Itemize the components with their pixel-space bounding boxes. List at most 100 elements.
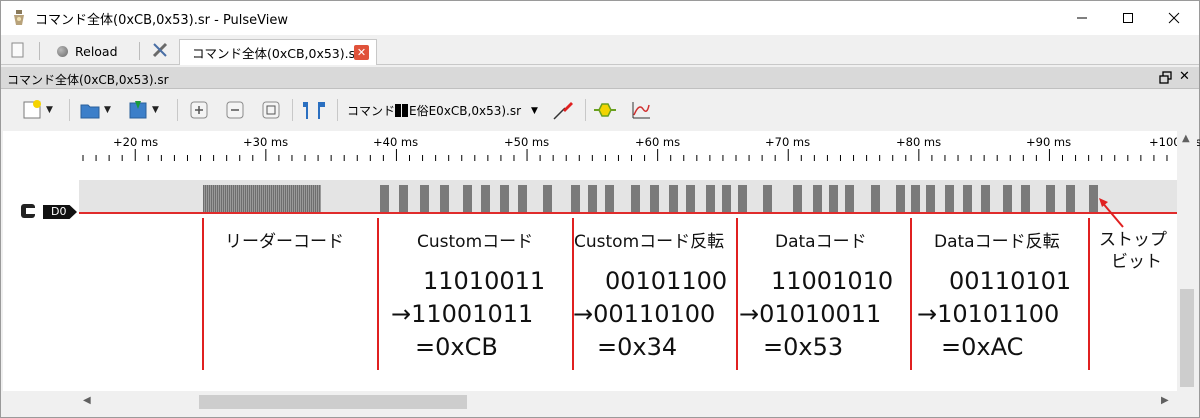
signal-pulse	[420, 185, 429, 213]
tab-close-icon[interactable]: ✕	[354, 45, 369, 60]
vertical-scroll-thumb[interactable]	[1180, 289, 1194, 387]
tab-session[interactable]: コマンド全体(0xCB,0x53).sr ✕	[179, 39, 377, 65]
ruler-tick-label: +80 ms	[896, 135, 942, 149]
maximize-button[interactable]	[1105, 1, 1151, 35]
dock-title: コマンド全体(0xCB,0x53).sr	[7, 73, 169, 87]
reversed-bits: →11001011	[391, 300, 534, 328]
segment-bits: 11001010 →01010011 =0x53	[739, 265, 893, 364]
separator	[39, 42, 40, 60]
separator	[585, 99, 586, 121]
zoom-in-button[interactable]	[189, 98, 209, 122]
channel-icon[interactable]	[21, 204, 35, 218]
dock-close-icon[interactable]: ✕	[1179, 69, 1190, 84]
view-dock-header: コマンド全体(0xCB,0x53).sr ✕	[1, 67, 1199, 89]
chevron-down-icon[interactable]: ▼	[104, 105, 111, 115]
signal-pulse	[963, 185, 972, 213]
stop-bit-label-line: ストップ	[1099, 230, 1167, 250]
signal-pulse	[650, 185, 659, 213]
glyph-block	[395, 104, 402, 117]
zoom-fit-button[interactable]	[261, 98, 281, 122]
separator	[69, 99, 70, 121]
signal-pulse	[738, 185, 747, 213]
stop-bit-label: ストップ ビット	[1099, 229, 1167, 273]
chevron-down-icon[interactable]: ▼	[152, 105, 159, 115]
device-config-button[interactable]	[551, 98, 575, 122]
signal-pulse	[945, 185, 954, 213]
new-session-button[interactable]	[10, 42, 26, 58]
signal-pulse	[706, 185, 715, 213]
channel-label[interactable]: D0	[43, 205, 77, 219]
ruler-tick-label: +70 ms	[765, 135, 811, 149]
device-selector[interactable]: コマンド E俗E0xCB,0x53).sr ▼	[347, 102, 538, 119]
cursor-flags-icon	[303, 102, 325, 119]
signal-pulse	[1021, 185, 1030, 213]
scroll-left-icon[interactable]: ◀	[83, 395, 91, 406]
signal-pulse	[399, 185, 408, 213]
chevron-down-icon[interactable]: ▼	[46, 105, 53, 115]
horizontal-scrollbar[interactable]: ◀ ▶	[3, 392, 1197, 412]
segment-divider	[202, 218, 204, 370]
signal-pulse	[588, 185, 597, 213]
separator	[292, 99, 293, 121]
stop-bit-label-line: ビット	[1111, 252, 1162, 272]
signal-pulse	[829, 185, 838, 213]
zoom-fit-icon	[262, 101, 280, 119]
signal-pulse	[518, 185, 527, 213]
horizontal-scroll-thumb[interactable]	[199, 395, 467, 409]
segment-divider	[910, 218, 912, 370]
device-name-suffix: E俗E0xCB,0x53).sr	[409, 104, 522, 118]
window-title: コマンド全体(0xCB,0x53).sr - PulseView	[35, 13, 289, 28]
signal-pulse	[722, 185, 731, 213]
scroll-right-icon[interactable]: ▶	[1161, 395, 1169, 406]
signal-pulse	[631, 185, 640, 213]
ruler-tick-label: +50 ms	[504, 135, 550, 149]
ruler-tick-label: +40 ms	[373, 135, 419, 149]
raw-bits: 11001010	[771, 267, 894, 295]
reload-button[interactable]: Reload	[53, 40, 125, 62]
signal-pulse	[463, 185, 472, 213]
ruler-tick-label: +20 ms	[113, 135, 159, 149]
reload-icon	[57, 45, 68, 57]
zoom-in-icon	[190, 101, 208, 119]
raw-bits: 00110101	[949, 267, 1072, 295]
settings-button[interactable]	[151, 41, 169, 59]
device-name-prefix: コマンド	[347, 104, 396, 118]
signal-pulse	[605, 185, 614, 213]
ruler-tick-label: +90 ms	[1026, 135, 1072, 149]
open-file-button[interactable]: ▼	[79, 98, 111, 122]
chevron-down-icon: ▼	[531, 105, 538, 116]
title-bar: コマンド全体(0xCB,0x53).sr - PulseView	[1, 1, 1199, 35]
new-view-button[interactable]: ▼	[21, 98, 53, 122]
maximize-icon	[1123, 13, 1133, 23]
show-cursors-button[interactable]	[301, 98, 327, 122]
vertical-scrollbar[interactable]: ▲	[1177, 131, 1197, 391]
signal-pulse	[793, 185, 802, 213]
minimize-icon	[1077, 17, 1087, 19]
close-window-button[interactable]	[1151, 1, 1197, 35]
signal-trace	[79, 212, 1177, 214]
save-file-button[interactable]: ▼	[127, 98, 159, 122]
float-icon[interactable]	[1159, 71, 1173, 85]
segment-heading: Dataコード反転	[934, 232, 1060, 252]
folder-icon	[80, 104, 100, 119]
session-tab-bar: Reload コマンド全体(0xCB,0x53).sr ✕	[1, 37, 1199, 65]
math-signal-button[interactable]	[629, 98, 653, 122]
add-decoder-button[interactable]	[593, 98, 617, 122]
probe-icon	[553, 102, 573, 120]
minimize-button[interactable]	[1059, 1, 1105, 35]
segment-heading: リーダーコード	[225, 232, 344, 252]
signal-pulse	[1046, 185, 1055, 213]
segment-divider	[377, 218, 379, 370]
signal-pulse	[896, 185, 905, 213]
main-toolbar: ▼ ▼ ▼ コマンド E俗E0xCB,0x53).sr ▼	[1, 90, 1199, 130]
segment-divider	[1088, 218, 1090, 370]
reversed-bits: →00110100	[573, 300, 716, 328]
hex-value: =0xAC	[941, 333, 1024, 361]
zoom-out-button[interactable]	[225, 98, 245, 122]
scroll-up-icon[interactable]: ▲	[1182, 133, 1190, 144]
signal-pulse	[440, 185, 449, 213]
decoder-icon	[594, 103, 616, 117]
ruler-tick-label: +30 ms	[243, 135, 289, 149]
signal-pulse	[481, 185, 490, 213]
trace-view[interactable]: +20 ms +30 ms +40 ms +50 ms +60 ms +70 m…	[3, 131, 1200, 391]
